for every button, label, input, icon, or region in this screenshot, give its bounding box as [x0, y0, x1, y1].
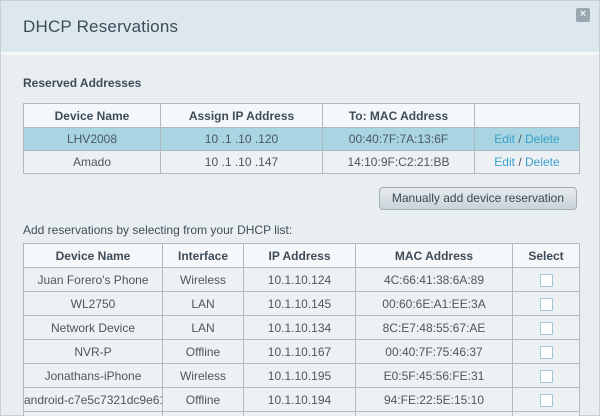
col-header-device-name: Device Name	[24, 244, 163, 268]
table-row: Jonathans-iPhone Wireless 10.1.10.195 E0…	[24, 364, 580, 388]
ip-address-cell: 10.1.10.145	[244, 292, 356, 316]
select-cell	[513, 412, 580, 416]
col-header-interface: Interface	[163, 244, 244, 268]
action-separator: /	[515, 155, 525, 169]
assign-ip-cell: 10 .1 .10 .120	[161, 128, 323, 151]
device-name-cell: Network Device	[24, 316, 163, 340]
button-row: Manually add device reservation	[23, 187, 577, 210]
reserved-addresses-heading: Reserved Addresses	[23, 76, 577, 90]
table-row: android-c7e5c7321dc9e616 Offline 10.1.10…	[24, 388, 580, 412]
close-icon[interactable]: ×	[576, 8, 590, 22]
device-name-cell: NVR-P	[24, 340, 163, 364]
reserved-table-header-row: Device Name Assign IP Address To: MAC Ad…	[24, 104, 580, 128]
dhcp-table-header-row: Device Name Interface IP Address MAC Add…	[24, 244, 580, 268]
device-name-cell: LHV2008	[24, 128, 161, 151]
mac-address-cell: 4C:66:41:38:6A:89	[356, 268, 513, 292]
table-row: WL2750 LAN 10.1.10.145 00:60:6E:A1:EE:3A	[24, 292, 580, 316]
select-cell	[513, 388, 580, 412]
mac-address-cell: E0:5F:45:56:FE:31	[356, 364, 513, 388]
ip-address-cell: 10.1.10.167	[244, 340, 356, 364]
ip-address-cell: 10.1.10.194	[244, 388, 356, 412]
dialog-content: Reserved Addresses Device Name Assign IP…	[1, 76, 599, 416]
col-header-select: Select	[513, 244, 580, 268]
dhcp-list-table: Device Name Interface IP Address MAC Add…	[23, 243, 580, 416]
device-name-cell: WL2750	[24, 292, 163, 316]
select-checkbox[interactable]	[540, 322, 553, 335]
manually-add-device-reservation-button[interactable]: Manually add device reservation	[379, 187, 577, 210]
interface-cell: Offline	[163, 388, 244, 412]
select-cell	[513, 364, 580, 388]
select-checkbox[interactable]	[540, 370, 553, 383]
select-cell	[513, 316, 580, 340]
mac-address-cell: 00:40:7F:7A:13:6F	[323, 128, 475, 151]
select-checkbox[interactable]	[540, 274, 553, 287]
col-header-actions	[475, 104, 580, 128]
select-checkbox[interactable]	[540, 346, 553, 359]
col-header-device-name: Device Name	[24, 104, 161, 128]
col-header-to-mac: To: MAC Address	[323, 104, 475, 128]
actions-cell: Edit / Delete	[475, 128, 580, 151]
mac-address-cell: 8C:E7:48:55:67:AE	[356, 316, 513, 340]
delete-link[interactable]: Delete	[525, 132, 560, 146]
edit-link[interactable]: Edit	[494, 132, 515, 146]
select-checkbox[interactable]	[540, 298, 553, 311]
select-cell	[513, 292, 580, 316]
col-header-mac-address: MAC Address	[356, 244, 513, 268]
actions-cell: Edit / Delete	[475, 151, 580, 174]
interface-cell: Wireless	[163, 364, 244, 388]
table-row[interactable]: Amado 10 .1 .10 .147 14:10:9F:C2:21:BB E…	[24, 151, 580, 174]
dialog-title: DHCP Reservations	[23, 17, 178, 37]
interface-cell: LAN	[163, 316, 244, 340]
edit-link[interactable]: Edit	[494, 155, 515, 169]
ip-address-cell: 10.1.10.124	[244, 268, 356, 292]
interface-cell: Wireless	[163, 268, 244, 292]
table-row: NVR-P Offline 10.1.10.167 00:40:7F:75:46…	[24, 340, 580, 364]
dhcp-reservations-dialog: { "dialog": { "title": "DHCP Reservation…	[0, 0, 600, 416]
interface-cell	[163, 412, 244, 416]
action-separator: /	[515, 132, 525, 146]
interface-cell: LAN	[163, 292, 244, 316]
table-row-partial	[24, 412, 580, 416]
assign-ip-cell: 10 .1 .10 .147	[161, 151, 323, 174]
device-name-cell: Jonathans-iPhone	[24, 364, 163, 388]
ip-address-cell: 10.1.10.134	[244, 316, 356, 340]
device-name-cell: android-c7e5c7321dc9e616	[24, 388, 163, 412]
device-name-cell	[24, 412, 163, 416]
mac-address-cell	[356, 412, 513, 416]
dialog-header: DHCP Reservations ×	[1, 1, 599, 55]
table-row: Network Device LAN 10.1.10.134 8C:E7:48:…	[24, 316, 580, 340]
mac-address-cell: 00:40:7F:75:46:37	[356, 340, 513, 364]
device-name-cell: Amado	[24, 151, 161, 174]
select-cell	[513, 340, 580, 364]
mac-address-cell: 00:60:6E:A1:EE:3A	[356, 292, 513, 316]
select-cell	[513, 268, 580, 292]
select-checkbox[interactable]	[540, 394, 553, 407]
table-row[interactable]: LHV2008 10 .1 .10 .120 00:40:7F:7A:13:6F…	[24, 128, 580, 151]
col-header-assign-ip: Assign IP Address	[161, 104, 323, 128]
device-name-cell: Juan Forero's Phone	[24, 268, 163, 292]
mac-address-cell: 14:10:9F:C2:21:BB	[323, 151, 475, 174]
add-reservations-instruction: Add reservations by selecting from your …	[23, 223, 577, 237]
col-header-ip-address: IP Address	[244, 244, 356, 268]
reserved-addresses-table: Device Name Assign IP Address To: MAC Ad…	[23, 103, 580, 174]
ip-address-cell: 10.1.10.195	[244, 364, 356, 388]
mac-address-cell: 94:FE:22:5E:15:10	[356, 388, 513, 412]
table-row: Juan Forero's Phone Wireless 10.1.10.124…	[24, 268, 580, 292]
ip-address-cell	[244, 412, 356, 416]
interface-cell: Offline	[163, 340, 244, 364]
delete-link[interactable]: Delete	[525, 155, 560, 169]
